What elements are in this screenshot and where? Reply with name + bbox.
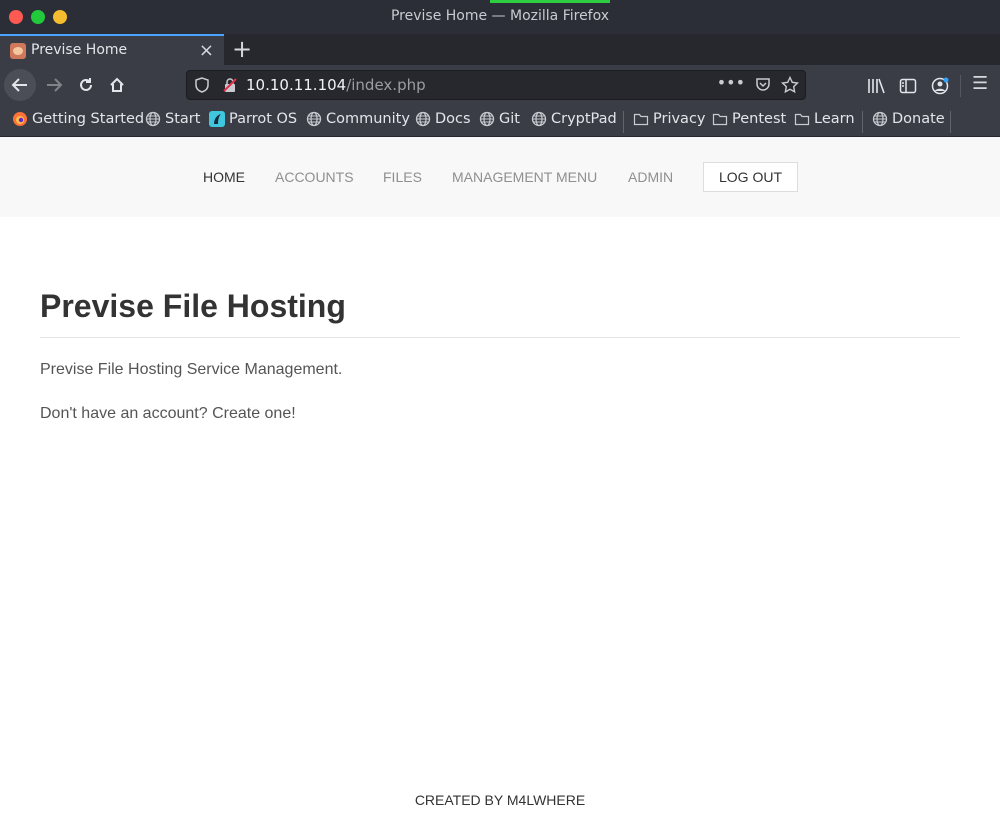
globe-icon — [306, 111, 322, 127]
bookmark-label: Git — [499, 111, 520, 127]
hamburger-menu-icon[interactable]: ☰ — [972, 73, 990, 94]
window-title: Previse Home — Mozilla Firefox — [390, 8, 610, 24]
bookmark-donate[interactable]: Donate — [872, 111, 945, 127]
bookmark-label: CryptPad — [551, 111, 617, 127]
bookmark-separator — [862, 111, 863, 133]
pocket-icon[interactable] — [755, 77, 771, 93]
folder-icon — [712, 113, 728, 126]
sidebar-icon[interactable] — [899, 77, 917, 95]
folder-icon — [633, 113, 649, 126]
firefox-icon — [13, 112, 27, 126]
bookmark-git[interactable]: Git — [479, 111, 520, 127]
parrot-icon — [209, 111, 225, 127]
forward-button[interactable] — [38, 69, 70, 101]
nav-link-files[interactable]: FILES — [383, 169, 422, 185]
create-account-link[interactable]: Don't have an account? Create one! — [40, 405, 296, 423]
bookmark-docs[interactable]: Docs — [415, 111, 471, 127]
bookmark-label: Parrot OS — [229, 111, 298, 127]
site-navbar: HOME ACCOUNTS FILES MANAGEMENT MENU ADMI… — [0, 137, 1000, 217]
window-titlebar: Previse Home — Mozilla Firefox — [0, 0, 1000, 34]
bookmark-label: Privacy — [653, 111, 706, 127]
bookmark-label: Community — [326, 111, 410, 127]
bookmark-folder-privacy[interactable]: Privacy — [633, 111, 706, 127]
bookmark-parrot-os[interactable]: Parrot OS — [209, 111, 297, 127]
tab-strip: Previse Home × + — [0, 34, 1000, 65]
globe-icon — [145, 111, 161, 127]
tab-close-icon[interactable]: × — [199, 40, 214, 61]
folder-icon — [794, 113, 810, 126]
page-title: Previse File Hosting — [40, 288, 346, 324]
bookmark-label: Donate — [892, 111, 945, 127]
nav-link-management-menu[interactable]: MANAGEMENT MENU — [452, 169, 597, 185]
bookmark-folder-pentest[interactable]: Pentest — [712, 111, 786, 127]
bookmark-label: Learn — [814, 111, 855, 127]
bookmarks-toolbar: Getting Started Start Parrot OS Communit… — [0, 105, 1000, 137]
tab-previse-home[interactable]: Previse Home × — [0, 34, 224, 65]
bookmark-separator — [623, 111, 624, 133]
bookmark-separator — [950, 111, 951, 133]
bookmark-label: Docs — [435, 111, 471, 127]
globe-icon — [479, 111, 495, 127]
arrow-right-icon — [47, 78, 63, 92]
nav-link-accounts[interactable]: ACCOUNTS — [275, 169, 354, 185]
tracking-shield-icon[interactable] — [195, 77, 209, 93]
navigation-toolbar: 10.10.11.104/index.php ••• ☰ — [0, 65, 1000, 105]
reload-button[interactable] — [70, 69, 102, 101]
home-button[interactable] — [101, 69, 133, 101]
web-page: HOME ACCOUNTS FILES MANAGEMENT MENU ADMI… — [0, 137, 1000, 828]
url-host: 10.10.11.104 — [246, 76, 347, 94]
globe-icon — [872, 111, 888, 127]
top-status-stripe — [490, 0, 610, 3]
nav-link-admin[interactable]: ADMIN — [628, 169, 673, 185]
url-text[interactable]: 10.10.11.104/index.php — [246, 76, 426, 94]
bookmark-label: Start — [165, 111, 201, 127]
home-icon — [110, 77, 124, 92]
new-tab-button[interactable]: + — [230, 35, 254, 63]
url-path: /index.php — [346, 76, 426, 94]
bookmark-start[interactable]: Start — [145, 111, 200, 127]
url-bar[interactable]: 10.10.11.104/index.php ••• — [186, 70, 806, 100]
service-description: Previse File Hosting Service Management. — [40, 361, 343, 378]
bookmark-cryptpad[interactable]: CryptPad — [531, 111, 617, 127]
library-icon[interactable] — [867, 77, 885, 95]
reload-icon — [80, 78, 92, 91]
bookmark-getting-started[interactable]: Getting Started — [12, 111, 144, 127]
back-button[interactable] — [4, 69, 36, 101]
globe-icon — [415, 111, 431, 127]
globe-icon — [531, 111, 547, 127]
account-icon[interactable] — [931, 77, 949, 95]
bookmark-community[interactable]: Community — [306, 111, 410, 127]
title-divider — [40, 337, 960, 338]
bookmark-star-icon[interactable] — [781, 76, 799, 94]
nav-link-home[interactable]: HOME — [203, 169, 245, 185]
bookmark-label: Pentest — [732, 111, 787, 127]
toolbar-separator — [960, 75, 961, 97]
page-footer: CREATED BY M4LWHERE — [414, 792, 586, 808]
arrow-left-icon — [11, 78, 27, 92]
bookmark-folder-learn[interactable]: Learn — [794, 111, 855, 127]
logout-button[interactable]: LOG OUT — [703, 162, 798, 192]
site-favicon-icon — [10, 43, 26, 59]
insecure-lock-icon[interactable] — [223, 78, 237, 92]
page-actions-more-icon[interactable]: ••• — [717, 73, 745, 92]
bookmark-label: Getting Started — [32, 111, 145, 127]
tab-title: Previse Home — [31, 42, 128, 58]
